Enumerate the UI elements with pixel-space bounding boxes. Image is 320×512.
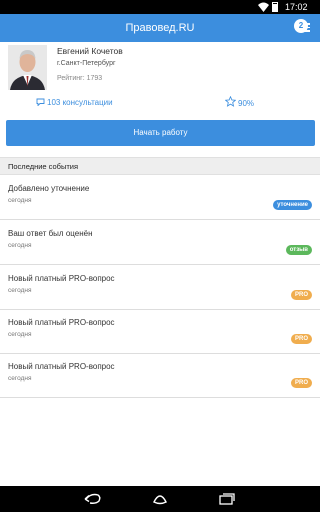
event-date: сегодня <box>8 242 32 249</box>
event-item[interactable]: Добавлено уточнение сегодня уточнение <box>0 176 320 220</box>
profile-name: Евгений Кочетов <box>57 46 123 56</box>
status-time: 17:02 <box>285 2 308 12</box>
navigation-bar <box>0 486 320 512</box>
event-date: сегодня <box>8 197 32 204</box>
notifications-button[interactable]: 2 <box>294 19 312 37</box>
consultations-link[interactable]: 103 консультации <box>36 98 113 107</box>
event-badge: отзыв <box>285 245 312 255</box>
event-date: сегодня <box>8 287 32 294</box>
event-date: сегодня <box>8 375 32 382</box>
event-date: сегодня <box>8 331 32 338</box>
rating-percent: 90% <box>224 95 255 108</box>
event-title: Ваш ответ был оценён <box>8 229 93 238</box>
chat-bubble-icon <box>36 98 45 107</box>
avatar[interactable] <box>8 45 47 90</box>
recent-events-header: Последние события <box>0 157 320 175</box>
event-item[interactable]: Ваш ответ был оценён сегодня отзыв <box>0 221 320 265</box>
event-item[interactable]: Новый платный PRO-вопрос сегодня PRO <box>0 354 320 398</box>
star-icon <box>224 95 237 107</box>
event-title: Новый платный PRO-вопрос <box>8 274 115 283</box>
event-badge: PRO <box>290 334 312 344</box>
consultations-count: 103 консультации <box>47 98 113 107</box>
avatar-photo <box>8 45 47 90</box>
event-item[interactable]: Новый платный PRO-вопрос сегодня PRO <box>0 310 320 354</box>
event-item[interactable]: Новый платный PRO-вопрос сегодня PRO <box>0 266 320 310</box>
recent-events-title: Последние события <box>8 162 79 171</box>
status-bar: 17:02 <box>0 0 320 14</box>
battery-icon <box>272 2 278 12</box>
home-icon[interactable] <box>151 492 169 506</box>
event-title: Новый платный PRO-вопрос <box>8 362 115 371</box>
profile-card: Евгений Кочетов г.Санкт-Петербург Рейтин… <box>0 42 320 120</box>
profile-city: г.Санкт-Петербург <box>57 60 116 67</box>
wifi-icon <box>258 2 269 12</box>
start-work-button[interactable]: Начать работу <box>6 120 315 146</box>
event-title: Новый платный PRO-вопрос <box>8 318 115 327</box>
app-title: Правовед.RU <box>125 22 195 34</box>
recents-icon[interactable] <box>218 492 236 506</box>
notification-count-badge: 2 <box>294 19 308 33</box>
event-badge: PRO <box>290 290 312 300</box>
rating-percent-value: 90% <box>238 99 255 108</box>
event-badge: PRO <box>290 378 312 388</box>
app-bar: Правовед.RU 2 <box>0 14 320 42</box>
event-badge: уточнение <box>273 200 312 210</box>
event-title: Добавлено уточнение <box>8 184 90 193</box>
profile-rating: Рейтинг: 1793 <box>57 75 103 82</box>
back-icon[interactable] <box>84 492 102 506</box>
